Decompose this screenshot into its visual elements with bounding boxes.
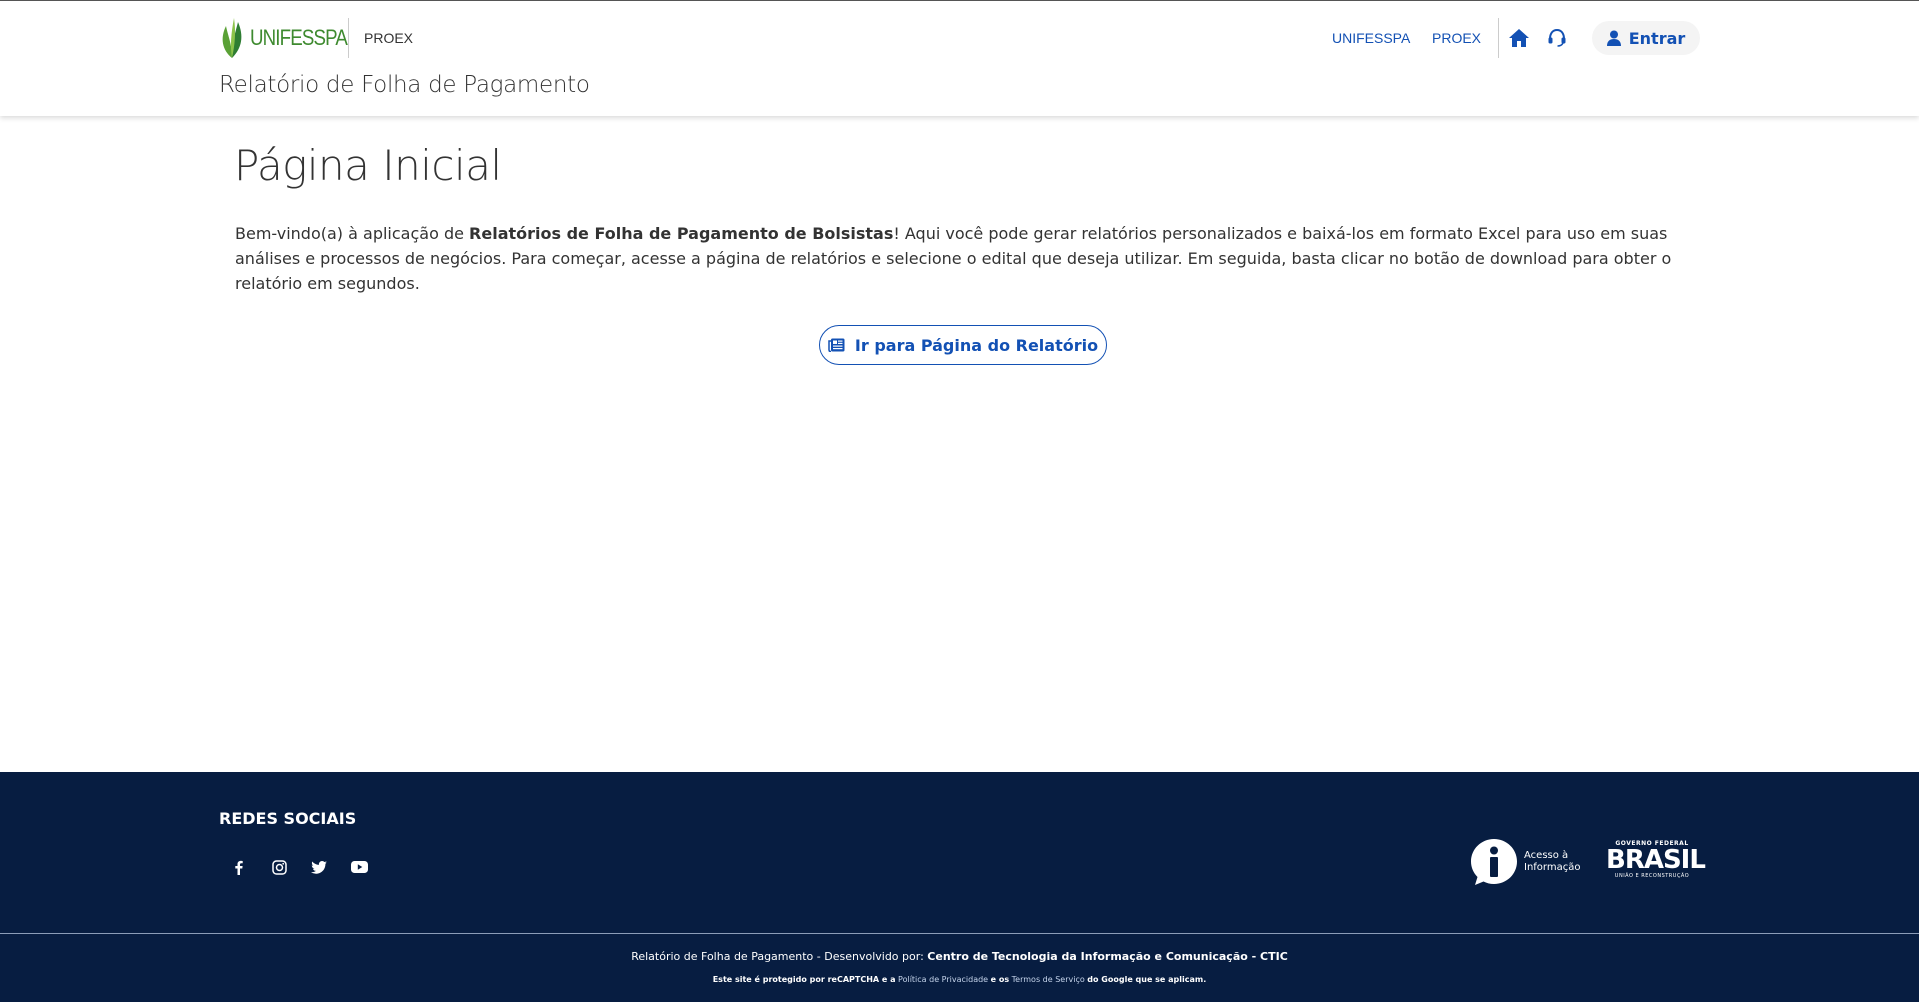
- newspaper-icon: [828, 338, 845, 352]
- youtube-link[interactable]: [348, 856, 370, 878]
- support-button[interactable]: [1546, 27, 1568, 49]
- intro-text-bold: Relatórios de Folha de Pagamento de Bols…: [469, 224, 894, 243]
- logo-text: UNIFESSPA: [250, 25, 348, 50]
- terms-of-service-link[interactable]: Termos de Serviço: [1012, 975, 1085, 984]
- info-icon: [1471, 839, 1517, 885]
- headset-icon: [1548, 29, 1566, 47]
- leaf-logo-icon: [222, 18, 242, 58]
- go-to-report-button[interactable]: Ir para Página do Relatório: [819, 325, 1107, 365]
- credits-prefix: Relatório de Folha de Pagamento - Desenv…: [631, 950, 924, 963]
- site-header: UNIFESSPA PROEX Relatório de Folha de Pa…: [0, 0, 1919, 116]
- home-button[interactable]: [1508, 27, 1530, 49]
- login-button[interactable]: Entrar: [1592, 21, 1700, 55]
- go-to-report-label: Ir para Página do Relatório: [854, 335, 1099, 355]
- social-title: REDES SOCIAIS: [219, 809, 357, 828]
- header-subtitle: PROEX: [364, 30, 414, 46]
- nav-link-proex[interactable]: PROEX: [1432, 30, 1481, 46]
- intro-text-start: Bem-vindo(a) à aplicação de: [235, 224, 470, 243]
- privacy-policy-link[interactable]: Política de Privacidade: [898, 975, 988, 984]
- nav-divider: [1498, 18, 1499, 58]
- home-icon: [1509, 29, 1529, 47]
- unifesspa-logo[interactable]: UNIFESSPA: [218, 17, 364, 59]
- instagram-link[interactable]: [268, 856, 290, 878]
- brasil-bottom-text: UNIÃO E RECONSTRUÇÃO: [1614, 873, 1690, 879]
- governo-federal-logo[interactable]: GOVERNO FEDERAL BRASIL UNIÃO E RECONSTRU…: [1606, 840, 1706, 879]
- facebook-icon: [235, 860, 243, 875]
- acesso-line2: Informação: [1524, 862, 1581, 873]
- recaptcha-prefix: Este site é protegido por reCAPTCHA e a: [712, 975, 896, 984]
- site-footer: REDES SOCIAIS Acesso à Informação GOVERN…: [0, 772, 1919, 1002]
- twitter-link[interactable]: [308, 856, 330, 878]
- footer-credits: Relatório de Folha de Pagamento - Desenv…: [0, 950, 1919, 963]
- intro-paragraph: Bem-vindo(a) à aplicação de Relatórios d…: [235, 221, 1675, 296]
- youtube-icon: [350, 861, 368, 873]
- brasil-main-text: BRASIL: [1606, 845, 1706, 875]
- footer-divider: [0, 933, 1919, 934]
- credits-org: Centro de Tecnologia da Informação e Com…: [927, 950, 1288, 963]
- recaptcha-notice: Este site é protegido por reCAPTCHA e a …: [0, 975, 1919, 984]
- login-label: Entrar: [1628, 28, 1686, 48]
- page-title: Página Inicial: [234, 141, 502, 190]
- header-divider: [348, 18, 349, 58]
- recaptcha-suffix: do Google que se aplicam.: [1087, 975, 1207, 984]
- twitter-icon: [311, 860, 327, 874]
- user-icon: [1606, 30, 1621, 46]
- instagram-icon: [271, 859, 287, 875]
- recaptcha-middle: e os: [990, 975, 1010, 984]
- acesso-informacao-link[interactable]: Acesso à Informação: [1470, 838, 1580, 886]
- page-app-title: Relatório de Folha de Pagamento: [219, 72, 590, 98]
- facebook-link[interactable]: [228, 856, 250, 878]
- acesso-informacao-text: Acesso à Informação: [1524, 850, 1580, 874]
- acesso-line1: Acesso à: [1524, 850, 1569, 861]
- nav-link-unifesspa[interactable]: UNIFESSPA: [1332, 30, 1410, 46]
